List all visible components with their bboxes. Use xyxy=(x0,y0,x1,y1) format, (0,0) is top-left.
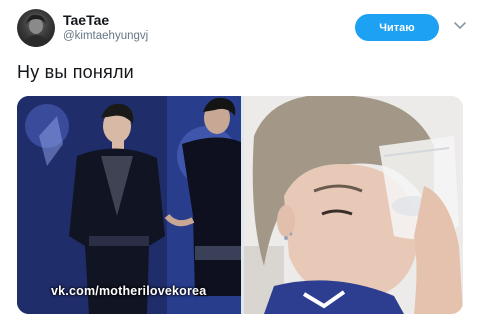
tweet-text: Ну вы поняли xyxy=(17,62,134,82)
author-handle[interactable]: @kimtaehyungvj xyxy=(63,30,148,42)
chevron-down-icon[interactable] xyxy=(454,21,466,31)
follow-button[interactable]: Читаю xyxy=(355,14,439,41)
tweet-media[interactable]: vk.com/motherilovekorea xyxy=(17,96,463,314)
drinking-photo-image xyxy=(244,96,463,314)
media-photo-left[interactable]: vk.com/motherilovekorea xyxy=(17,96,241,314)
avatar-image xyxy=(23,14,49,47)
media-photo-right[interactable] xyxy=(244,96,463,314)
concert-photo-image xyxy=(17,96,241,314)
media-watermark: vk.com/motherilovekorea xyxy=(51,284,207,298)
author-display-name[interactable]: TaeTae xyxy=(63,12,109,28)
author-avatar[interactable] xyxy=(17,9,55,47)
